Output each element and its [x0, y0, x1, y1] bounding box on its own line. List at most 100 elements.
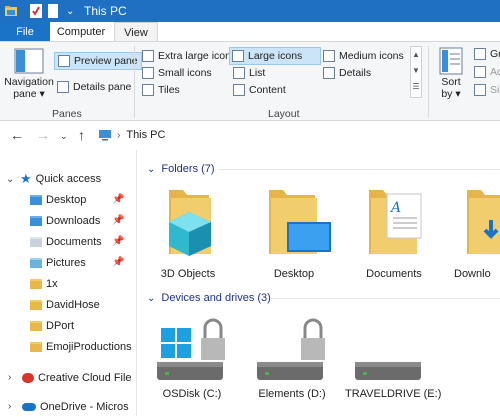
folder-downloads[interactable]: Downlo	[447, 150, 500, 290]
extra-large-icons-label: Extra large icons	[158, 50, 237, 62]
nav-item-label: DPort	[46, 319, 75, 332]
folder-3d-objects[interactable]: 3D Objects	[143, 150, 233, 290]
list-button[interactable]: List	[233, 67, 265, 79]
nav-item-label: Pictures	[46, 256, 86, 269]
preview-pane-button[interactable]: Preview pane	[54, 52, 142, 70]
nav-item-label: Desktop	[46, 193, 87, 206]
nav-item-label: EmojiProductions	[46, 340, 132, 353]
folder-label: Downlo	[454, 268, 491, 280]
medium-icons-button[interactable]: Medium icons	[323, 50, 404, 62]
removable-drive-icon	[355, 362, 421, 380]
details-pane-icon	[57, 81, 69, 93]
drive-d[interactable]: Elements (D:)	[247, 310, 337, 410]
list-label: List	[249, 67, 266, 79]
medium-icons-label: Medium icons	[339, 50, 404, 62]
pin-icon: 📌	[112, 194, 125, 205]
section-collapse-icon[interactable]: ⌄	[147, 293, 155, 304]
tab-file[interactable]: File	[0, 22, 50, 42]
large-icons-button[interactable]: Large icons	[229, 47, 321, 65]
nav-item-label: Documents	[46, 235, 102, 248]
expand-icon[interactable]: ☰	[411, 79, 421, 95]
ribbon-separator	[428, 46, 429, 118]
tab-view[interactable]: View	[114, 22, 158, 42]
drive-label: OSDisk (C:)	[162, 388, 222, 400]
ribbon-view: Navigation pane ▾ Preview pane Details p…	[0, 41, 500, 121]
navigation-pane-label-2: pane ▾	[13, 88, 45, 100]
back-button[interactable]: ←	[10, 127, 24, 143]
sort-by-button[interactable]: Sort by ▾	[436, 46, 466, 100]
size-columns-button[interactable]: Siz	[474, 84, 500, 96]
explorer-icon[interactable]	[4, 3, 18, 19]
folder-icon	[30, 320, 42, 331]
add-columns-button[interactable]: Ad	[474, 66, 500, 78]
scroll-down-icon[interactable]: ▼	[411, 63, 421, 79]
nav-quick-access[interactable]: ★ Quick access	[20, 168, 136, 189]
navigation-pane: ⌄ ★ Quick access Desktop 📌 Downloads 📌 D…	[0, 150, 136, 416]
layout-scroll-control[interactable]: ▲ ▼ ☰	[410, 46, 422, 98]
address-path[interactable]: › This PC	[98, 125, 500, 145]
star-icon: ★	[20, 170, 32, 186]
up-button[interactable]: ↑	[78, 127, 85, 143]
nav-item-label: Downloads	[46, 214, 101, 227]
small-icons-label: Small icons	[158, 67, 212, 79]
properties-icon[interactable]	[30, 3, 42, 19]
details-icon	[323, 67, 335, 79]
file-list: ⌄ Folders (7) 3D Objects Desktop A Docum…	[137, 150, 500, 416]
tab-computer[interactable]: Computer	[50, 22, 112, 42]
ribbon-tabs: File Computer View	[0, 22, 500, 42]
navigation-pane-label: Navigation	[4, 76, 54, 88]
pictures-folder-icon	[30, 257, 42, 268]
drive-label: Elements (D:)	[258, 388, 326, 400]
locked-drive-icon	[257, 318, 325, 380]
folder-label: 3D Objects	[160, 268, 216, 280]
extra-large-icons-button[interactable]: Extra large icons	[142, 50, 236, 62]
drives-section-title: Devices and drives (3)	[161, 292, 271, 304]
nav-creative-cloud[interactable]: Creative Cloud File	[0, 367, 136, 388]
panes-group-label: Panes	[52, 108, 82, 120]
drive-e[interactable]: TRAVELDRIVE (E:)	[345, 310, 441, 410]
downloads-folder-icon	[30, 215, 42, 226]
customize-qa-icon[interactable]: ⌄	[66, 3, 74, 19]
content-button[interactable]: Content	[233, 84, 286, 96]
nav-item-davidhose[interactable]: DavidHose	[0, 294, 136, 315]
creative-cloud-icon	[22, 372, 34, 383]
small-icons-button[interactable]: Small icons	[142, 67, 212, 79]
windows-drive-icon	[157, 318, 225, 380]
large-icons-icon	[232, 50, 244, 62]
nav-item-emojiproductions[interactable]: EmojiProductions	[0, 336, 136, 357]
recent-locations-icon[interactable]: ⌄	[60, 131, 68, 142]
navigation-pane-button[interactable]: Navigation pane ▾	[4, 48, 54, 104]
breadcrumb-this-pc[interactable]: This PC	[126, 129, 165, 141]
folder-documents[interactable]: A Documents	[349, 150, 439, 290]
size-columns-icon	[474, 84, 486, 96]
scroll-up-icon[interactable]: ▲	[411, 47, 421, 63]
nav-item-documents[interactable]: Documents 📌	[0, 231, 136, 252]
new-folder-icon[interactable]	[48, 3, 60, 19]
forward-button[interactable]: →	[36, 127, 50, 143]
group-by-button[interactable]: Gro	[474, 48, 500, 60]
nav-item-label: 1x	[46, 277, 58, 290]
large-icons-label: Large icons	[248, 50, 303, 62]
folder-desktop[interactable]: Desktop	[249, 150, 339, 290]
nav-item-pictures[interactable]: Pictures 📌	[0, 252, 136, 273]
nav-item-downloads[interactable]: Downloads 📌	[0, 210, 136, 231]
layout-group-label: Layout	[268, 108, 300, 120]
breadcrumb-chevron-icon[interactable]: ›	[117, 130, 120, 141]
onedrive-icon	[22, 402, 36, 411]
nav-item-dport[interactable]: DPort	[0, 315, 136, 336]
folder-icon	[30, 341, 42, 352]
nav-onedrive[interactable]: OneDrive - Micros	[0, 396, 136, 417]
pin-icon: 📌	[112, 257, 125, 268]
tiles-button[interactable]: Tiles	[142, 84, 180, 96]
folder-label: Desktop	[273, 268, 315, 280]
collapse-chevron-icon[interactable]: ⌄	[6, 174, 14, 185]
details-pane-button[interactable]: Details pane	[57, 79, 131, 95]
add-columns-label: Ad	[490, 66, 500, 78]
nav-item-desktop[interactable]: Desktop 📌	[0, 189, 136, 210]
details-button[interactable]: Details	[323, 67, 371, 79]
nav-item-1x[interactable]: 1x	[0, 273, 136, 294]
nav-onedrive-label: OneDrive - Micros	[40, 400, 129, 413]
details-pane-label: Details pane	[73, 81, 132, 93]
drives-section-header[interactable]: ⌄ Devices and drives (3)	[147, 290, 271, 306]
drive-c[interactable]: OSDisk (C:)	[147, 310, 237, 410]
